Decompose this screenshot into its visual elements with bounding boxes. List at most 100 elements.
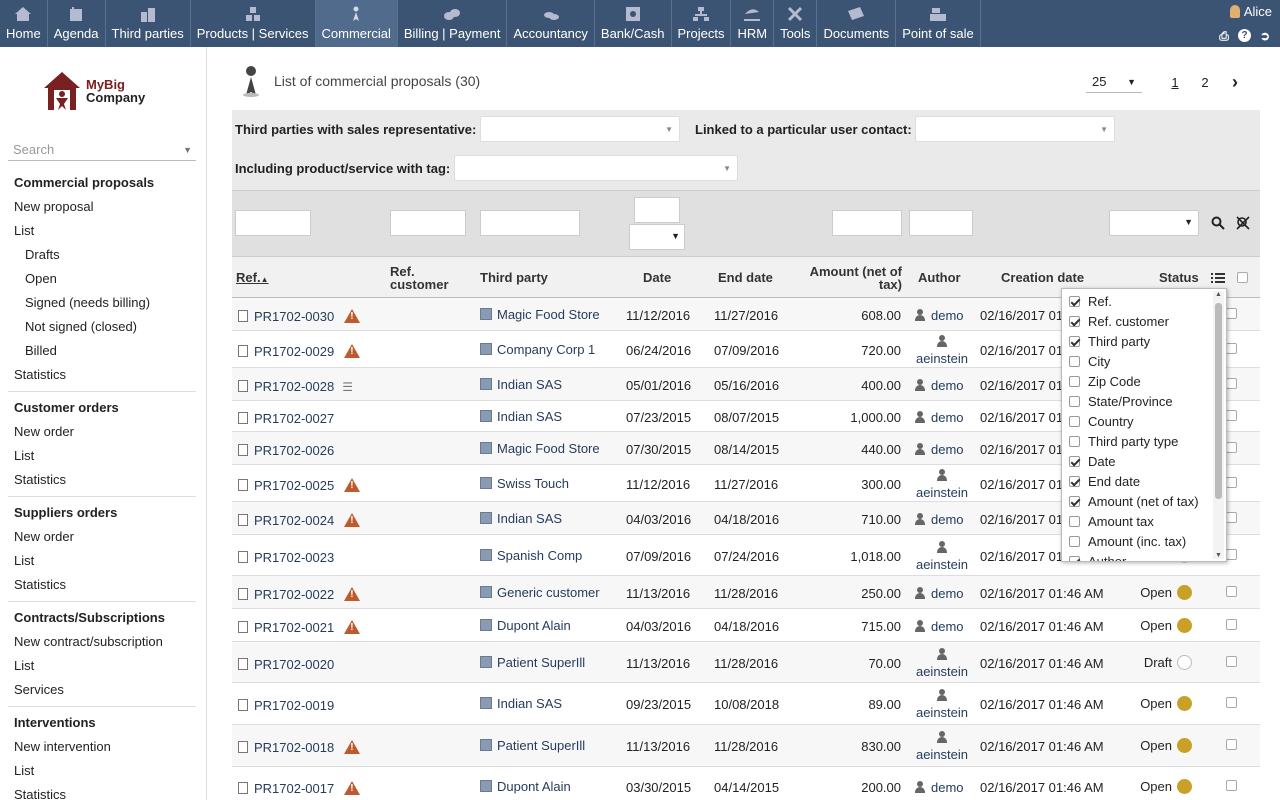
author-link[interactable]: aeinstein <box>914 648 970 679</box>
sidebar-item-signed-needs-billing[interactable]: Signed (needs billing) <box>8 291 196 315</box>
column-option-checkbox[interactable] <box>1069 535 1080 547</box>
sidebar-block-title[interactable]: Suppliers orders <box>8 501 196 525</box>
proposal-ref[interactable]: PR1702-0028 <box>254 379 334 394</box>
clear-filter-icon[interactable] <box>1236 216 1250 230</box>
third-party-name[interactable]: Indian SAS <box>497 409 562 424</box>
third-party-link[interactable]: Swiss Touch <box>480 476 569 491</box>
author-link[interactable]: aeinstein <box>914 335 970 366</box>
help-icon[interactable]: ? <box>1238 29 1251 42</box>
column-header-ref[interactable]: Ref.▲ <box>236 271 268 286</box>
sidebar-item-statistics[interactable]: Statistics <box>8 783 196 800</box>
author-name[interactable]: aeinstein <box>916 485 968 500</box>
column-selector-icon[interactable] <box>1211 272 1225 284</box>
column-header-author[interactable]: Author <box>918 271 961 284</box>
third-party-name[interactable]: Indian SAS <box>497 511 562 526</box>
proposal-ref[interactable]: PR1702-0027 <box>254 411 334 426</box>
filter-third-party-input[interactable] <box>480 210 580 236</box>
top-menu-hrm[interactable]: HRM <box>731 0 775 47</box>
proposal-ref[interactable]: PR1702-0026 <box>254 443 334 458</box>
next-page-icon[interactable]: › <box>1220 72 1250 93</box>
column-option-checkbox[interactable] <box>1069 355 1080 367</box>
sidebar-item-list[interactable]: List <box>8 444 196 468</box>
proposal-ref-link[interactable]: PR1702-0028 ☰ <box>238 379 353 394</box>
third-party-link[interactable]: Dupont Alain <box>480 618 571 633</box>
author-link[interactable]: aeinstein <box>914 689 970 720</box>
sidebar-item-services[interactable]: Services <box>8 678 196 702</box>
proposal-ref[interactable]: PR1702-0023 <box>254 550 334 565</box>
column-option-checkbox[interactable] <box>1069 395 1080 407</box>
author-name[interactable]: demo <box>931 586 964 601</box>
proposal-ref-link[interactable]: PR1702-0018 <box>238 740 361 755</box>
filter-author-input[interactable] <box>909 210 973 236</box>
company-logo[interactable]: MyBig Company <box>42 69 162 113</box>
top-menu-products-services[interactable]: Products | Services <box>191 0 316 47</box>
proposal-ref-link[interactable]: PR1702-0019 <box>238 698 334 713</box>
filter-status-select[interactable]: ▼ <box>1109 210 1199 236</box>
proposal-ref-link[interactable]: PR1702-0022 <box>238 587 361 602</box>
top-menu-bank-cash[interactable]: Bank/Cash <box>595 0 672 47</box>
author-link[interactable]: aeinstein <box>914 731 970 762</box>
author-name[interactable]: aeinstein <box>916 557 968 572</box>
sidebar-item-not-signed-closed[interactable]: Not signed (closed) <box>8 315 196 339</box>
row-select-checkbox[interactable] <box>1226 619 1237 630</box>
sidebar-item-drafts[interactable]: Drafts <box>8 243 196 267</box>
row-select-checkbox[interactable] <box>1226 656 1237 667</box>
column-option-third-party[interactable]: Third party <box>1069 331 1150 351</box>
column-header-end-date[interactable]: End date <box>718 271 773 284</box>
third-party-link[interactable]: Dupont Alain <box>480 779 571 794</box>
column-header-creation-date[interactable]: Creation date <box>1001 271 1084 284</box>
proposal-ref[interactable]: PR1702-0021 <box>254 620 334 635</box>
column-option-state-province[interactable]: State/Province <box>1069 391 1173 411</box>
proposal-ref[interactable]: PR1702-0022 <box>254 587 334 602</box>
author-name[interactable]: aeinstein <box>916 351 968 366</box>
third-party-name[interactable]: Dupont Alain <box>497 779 571 794</box>
third-party-name[interactable]: Company Corp 1 <box>497 342 595 357</box>
sidebar-item-new-order[interactable]: New order <box>8 420 196 444</box>
tag-select[interactable]: ▼ <box>454 155 738 181</box>
author-name[interactable]: demo <box>931 410 964 425</box>
proposal-ref[interactable]: PR1702-0024 <box>254 513 334 528</box>
third-party-link[interactable]: Company Corp 1 <box>480 342 595 357</box>
author-name[interactable]: demo <box>931 378 964 393</box>
column-option-amount-tax[interactable]: Amount tax <box>1069 511 1154 531</box>
third-party-link[interactable]: Magic Food Store <box>480 307 600 322</box>
third-party-name[interactable]: Magic Food Store <box>497 441 600 456</box>
third-party-link[interactable]: Generic customer <box>480 585 600 600</box>
author-name[interactable]: demo <box>931 308 964 323</box>
sidebar-item-billed[interactable]: Billed <box>8 339 196 363</box>
row-select-checkbox[interactable] <box>1226 780 1237 791</box>
third-party-name[interactable]: Spanish Comp <box>497 548 582 563</box>
column-option-checkbox[interactable] <box>1069 495 1080 507</box>
sidebar-item-list[interactable]: List <box>8 654 196 678</box>
third-party-name[interactable]: Dupont Alain <box>497 618 571 633</box>
column-option-checkbox[interactable] <box>1069 515 1080 527</box>
author-name[interactable]: aeinstein <box>916 747 968 762</box>
column-option-checkbox[interactable] <box>1069 315 1080 327</box>
third-party-name[interactable]: Indian SAS <box>497 696 562 711</box>
author-name[interactable]: demo <box>931 619 964 634</box>
row-select-checkbox[interactable] <box>1226 697 1237 708</box>
sidebar-block-title[interactable]: Commercial proposals <box>8 171 196 195</box>
column-option-amount-inc-tax[interactable]: Amount (inc. tax) <box>1069 531 1186 551</box>
proposal-ref[interactable]: PR1702-0020 <box>254 657 334 672</box>
top-menu-documents[interactable]: Documents <box>817 0 897 47</box>
top-menu-billing-payment[interactable]: Billing | Payment <box>398 0 508 47</box>
author-link[interactable]: demo <box>914 780 964 795</box>
sidebar-item-open[interactable]: Open <box>8 267 196 291</box>
sidebar-item-new-proposal[interactable]: New proposal <box>8 195 196 219</box>
filter-ref-customer-input[interactable] <box>390 210 466 236</box>
proposal-ref-link[interactable]: PR1702-0023 <box>238 550 334 565</box>
sidebar-item-new-intervention[interactable]: New intervention <box>8 735 196 759</box>
proposal-ref-link[interactable]: PR1702-0027 <box>238 411 334 426</box>
top-menu-point-of-sale[interactable]: Point of sale <box>896 0 981 47</box>
filter-date-select[interactable]: ▼ <box>629 224 685 250</box>
sidebar-item-statistics[interactable]: Statistics <box>8 573 196 597</box>
author-name[interactable]: demo <box>931 512 964 527</box>
third-party-link[interactable]: Indian SAS <box>480 511 562 526</box>
sidebar-item-list[interactable]: List <box>8 759 196 783</box>
row-select-checkbox[interactable] <box>1226 549 1237 560</box>
top-menu-accountancy[interactable]: Accountancy <box>507 0 595 47</box>
author-link[interactable]: demo <box>914 586 964 601</box>
third-party-name[interactable]: Swiss Touch <box>497 476 569 491</box>
scroll-up-icon[interactable]: ▲ <box>1215 291 1222 298</box>
